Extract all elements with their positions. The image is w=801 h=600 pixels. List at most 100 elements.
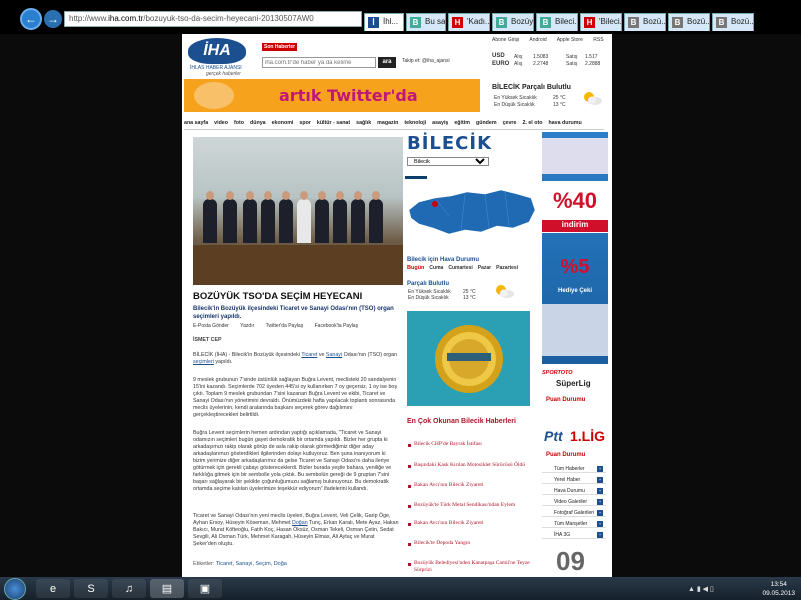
address-bar[interactable]: http://www.iha.com.tr/bozuyuk-tso-da-sec… [64,11,362,27]
iha-logo[interactable]: İHA İHLAS HABER AJANSI gerçek haberler [188,38,250,77]
start-button[interactable] [4,578,26,600]
article-photo[interactable] [193,137,403,285]
email-share-link[interactable]: E-Posta Gönder [193,323,229,329]
tab-5[interactable]: H 'Bileci... [580,13,622,31]
menu-item[interactable]: sağlık [356,120,371,126]
bullet-icon [408,543,411,546]
search-button[interactable]: ara [378,57,396,68]
partly-cloudy-icon [584,92,602,105]
sidebar-item-foto[interactable]: Fotoğraf Galerileri + [542,509,606,517]
menu-item[interactable]: çevre [503,120,517,126]
media-taskbar-icon[interactable]: ♫ [112,579,146,598]
menu-item[interactable]: spor [299,120,310,126]
photo-figure [351,191,365,243]
tag-link[interactable]: Sanayi [326,352,342,358]
son-haber-link[interactable]: Son Haberler [262,43,298,51]
ie-taskbar-icon[interactable]: e [36,579,70,598]
para-text: BİLECİK (İHA) - Bilecik'in Bozüyük ilçes… [193,352,302,358]
tags-links[interactable]: Ticaret, Sanayi, Seçim, Doğa [216,561,287,567]
tab-iha[interactable]: İ İhl... [364,13,404,31]
puan-durumu-link[interactable]: Puan Durumu [542,452,608,460]
menu-item[interactable]: ekonomi [272,120,294,126]
superlig-title[interactable]: SüperLig [542,379,608,391]
city-select[interactable]: Bilecik [407,157,489,166]
most-read-item[interactable]: Başındaki Kask Kırılan Motosiklet Sürücü… [414,462,532,469]
sidebar-item-iha3g[interactable]: İHA 3G + [542,531,606,539]
sidebar-item-tum-haberler[interactable]: Tüm Haberler + [542,465,606,473]
print-link[interactable]: Yazdır [240,323,254,329]
tab-4[interactable]: B Bileci... [536,13,578,31]
haberturk-favicon-icon: H [584,17,595,28]
pdf-taskbar-icon[interactable]: ▣ [188,579,222,598]
abone-link[interactable]: Abone Girişi [492,37,519,43]
most-read-item[interactable]: Bakan Avcı'nın Bilecik Ziyareti [414,482,532,489]
day-tab[interactable]: Cumartesi [448,265,472,271]
twitter-share-link[interactable]: Twitter'da Paylaş [266,323,304,329]
most-read-item[interactable]: Bakan Avcı'nın Bilecik Ziyareti [414,520,532,527]
menu-item[interactable]: teknoloji [404,120,426,126]
menu-item[interactable]: kültür - sanat [317,120,350,126]
forward-button[interactable]: → [44,10,62,28]
most-read-item[interactable]: Bozüyük Belediyesi'nden Kanatpaşa Camii'… [414,560,532,574]
most-read-item[interactable]: Bilecik'te Depoda Yangın [414,540,532,547]
photo-figure [315,191,329,243]
menu-item[interactable]: foto [234,120,244,126]
sidebar-item-mansetler[interactable]: Tüm Manşetler + [542,520,606,528]
tag-link[interactable]: seçimleri [193,359,214,365]
menu-item[interactable]: ana sayfa [184,120,208,126]
menu-item[interactable]: hava durumu [548,120,581,126]
weather-max-label: En Yüksek Sıcaklık [494,95,537,101]
folder-taskbar-icon[interactable]: ▤ [150,579,184,598]
rss-link[interactable]: RSS [593,37,603,43]
tab-2[interactable]: H 'Kadı... [448,13,490,31]
system-tray[interactable]: ▲ ▮ ◀ ▯ [688,585,714,593]
day-tab[interactable]: Pazar [478,265,491,271]
plus-icon: + [597,488,603,494]
lig-title[interactable]: 1.LİG [542,428,608,448]
tab-3[interactable]: B Bozüy... [492,13,534,31]
clock[interactable]: 13:54 09.05.2013 [762,580,795,598]
award-ad[interactable] [407,311,530,406]
bullet-icon [408,444,411,447]
menu-item[interactable]: video [214,120,228,126]
turkey-map[interactable] [405,176,537,248]
facebook-share-link[interactable]: Facebook'ta Paylaş [315,323,358,329]
twitter-banner[interactable]: artık Twitter'da [184,79,480,112]
android-link[interactable]: Android [529,37,546,43]
search-input[interactable] [262,57,376,68]
apple-store-link[interactable]: Apple Store [557,37,583,43]
browser-toolbar: ← → http://www.iha.com.tr/bozuyuk-tso-da… [0,0,801,34]
tab-7[interactable]: B Bozü... [668,13,710,31]
today-tab[interactable]: Bugün [407,265,424,271]
puan-durumu-link[interactable]: Puan Durumu [542,397,608,405]
tag-link[interactable]: Ticaret [301,352,317,358]
menu-item[interactable]: dünya [250,120,266,126]
menu-item[interactable]: gündem [476,120,497,126]
menu-item[interactable]: eğitim [454,120,470,126]
tag-link[interactable]: Doğan [292,520,308,526]
tab-label: Bozüy... [511,17,533,26]
weather-min-label: En Düşük Sıcaklık [494,102,535,108]
menu-item[interactable]: 2. el oto [522,120,542,126]
gift-label: Hediye Çeki [557,288,593,294]
weather-title: Bilecik için Hava Durumu [407,257,480,263]
menu-item[interactable]: asayiş [432,120,448,126]
euro-satis: 2.2888 [585,61,601,67]
tab-6[interactable]: B Bozü... [624,13,666,31]
back-button[interactable]: ← [20,8,42,30]
sidebar-item-video[interactable]: Video Galeriler + [542,498,606,506]
most-read-item[interactable]: Bozüyük'te Türk Metal Sendikası'ndan Eyl… [414,502,532,509]
tab-8[interactable]: B Bozü... [712,13,754,31]
menu-item[interactable]: magazin [377,120,398,126]
tab-1[interactable]: B Bu sa... [406,13,446,31]
day-tab[interactable]: Pazartesi [496,265,518,271]
skype-taskbar-icon[interactable]: S [74,579,108,598]
sidebar-item-hava-durumu[interactable]: Hava Durumu + [542,487,606,495]
sidebar-item-yerel-haber[interactable]: Yerel Haber + [542,476,606,484]
weather-top-title: BİLECİK Parçalı Bulutlu [492,84,571,91]
logo-tagline: gerçek haberler [206,71,241,77]
twitter-follow[interactable]: Takip et: @iha_ajansi [402,58,450,64]
logo-badge: İHA [188,38,246,64]
day-tab[interactable]: Cuma [429,265,443,271]
most-read-item[interactable]: Bilecik CHP'de Bayrak İstifası [414,441,532,448]
